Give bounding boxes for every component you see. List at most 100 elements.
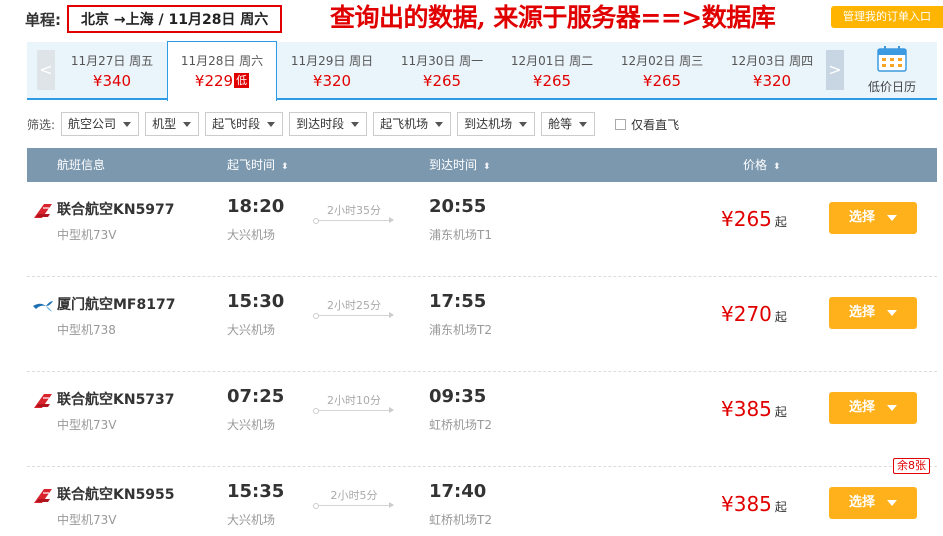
departure-time: 15:30 [227,291,285,312]
date-option[interactable]: 12月02日 周三 ¥265 [607,42,717,100]
date-label: 11月28日 周六 [180,54,264,68]
filter-dropdown[interactable]: 起飞机场 [373,112,452,136]
date-label: 11月29日 周日 [290,54,374,68]
header-depart-time[interactable]: 起飞时间 ⬍ [227,148,289,184]
caret-down-icon [887,405,897,411]
table-header: 航班信息 起飞时间 ⬍ 到达时间 ⬍ 价格 ⬍ [27,148,937,182]
caret-down-icon [887,500,897,506]
arrival-time: 20:55 [429,196,487,217]
route-box[interactable]: 北京 →上海 / 11月28日 周六 [67,5,283,33]
calendar-label: 低价日历 [867,80,916,94]
duration-arrow [313,407,394,414]
caret-down-icon [519,122,528,127]
date-option[interactable]: 12月03日 周四 ¥320 [717,42,827,100]
filter-dropdown[interactable]: 机型 [145,112,200,136]
sort-icon[interactable]: ⬍ [773,162,781,172]
flight-row: 联合航空KN5737 中型机73V 07:25 大兴机场 2小时10分 09:35 虹桥机场… [27,372,937,467]
xiamen-air-logo-icon [33,301,53,312]
flight-row: 联合航空KN5955 中型机73V 15:35 大兴机场 2小时5分 17:40 虹桥机场T… [27,458,937,536]
route-summary: 单程: 北京 →上海 / 11月28日 周六 [25,4,283,34]
arrival-airport: 虹桥机场T2 [429,513,492,527]
departure-time: 15:35 [227,481,285,502]
select-flight-button[interactable]: 选择 [829,297,917,329]
annotation-text: 查询出的数据, 来源于服务器==>数据库 [330,3,776,32]
airline-flight-number: 厦门航空MF8177 [57,297,176,313]
date-label: 11月27日 周五 [70,54,154,68]
aircraft-type: 中型机73V [57,418,117,432]
date-option[interactable]: 11月28日 周六 ¥229 低 [167,41,277,101]
date-price: ¥229 低 [194,72,250,90]
filter-dropdown[interactable]: 舱等 [541,112,596,136]
flight-duration: 2小时35分 [327,204,381,217]
direct-only-checkbox[interactable] [615,118,627,130]
departure-airport: 大兴机场 [227,228,276,242]
date-option[interactable]: 11月27日 周五 ¥340 [57,42,167,100]
duration-arrow [313,217,394,224]
caret-down-icon [351,122,360,127]
flight-row: 联合航空KN5977 中型机73V 18:20 大兴机场 2小时35分 20:55 浦东机场… [27,182,937,277]
route-label: 单程: [25,10,61,29]
next-dates-arrow[interactable]: > [826,50,844,90]
low-price-calendar[interactable]: 低价日历 [857,46,927,95]
price-suffix: 起 [774,310,787,324]
direct-only-label: 仅看直飞 [631,117,680,132]
flight-duration: 2小时25分 [327,299,381,312]
duration-arrow [313,312,394,319]
calendar-icon [877,46,907,72]
header-price[interactable]: 价格 ⬍ [743,148,781,184]
flight-price: ¥265 起 [721,207,787,231]
duration-arrow [313,502,394,509]
date-option[interactable]: 12月01日 周二 ¥265 [497,42,607,100]
flight-price: ¥385 起 [721,397,787,421]
arrival-airport: 虹桥机场T2 [429,418,492,432]
price-suffix: 起 [774,500,787,514]
caret-down-icon [435,122,444,127]
manage-order-button[interactable]: 管理我的订单入口 [831,6,943,28]
flight-row: 厦门航空MF8177 中型机738 15:30 大兴机场 2小时25分 17:55 浦东机场… [27,277,937,372]
caret-down-icon [579,122,588,127]
filter-dropdown[interactable]: 到达机场 [457,112,536,136]
airline-flight-number: 联合航空KN5977 [57,202,175,218]
select-flight-button[interactable]: 选择 [829,487,917,519]
filter-dropdown[interactable]: 起飞时段 [205,112,284,136]
aircraft-type: 中型机738 [57,323,116,337]
prev-dates-arrow[interactable]: < [37,50,55,90]
select-flight-button[interactable]: 选择 [829,392,917,424]
caret-down-icon [183,122,192,127]
date-price: ¥320 [752,72,792,90]
china-united-logo-icon [34,489,52,503]
date-label: 12月02日 周三 [620,54,704,68]
filter-label: 筛选: [27,117,56,132]
date-price: ¥265 [532,72,572,90]
price-suffix: 起 [774,405,787,419]
caret-down-icon [267,122,276,127]
date-price: ¥265 [422,72,462,90]
date-price: ¥265 [642,72,682,90]
aircraft-type: 中型机73V [57,513,117,527]
filter-dropdown[interactable]: 航空公司 [61,112,140,136]
aircraft-type: 中型机73V [57,228,117,242]
date-option[interactable]: 11月29日 周日 ¥320 [277,42,387,100]
arrival-time: 17:40 [429,481,487,502]
china-united-logo-icon [34,204,52,218]
date-option[interactable]: 11月30日 周一 ¥265 [387,42,497,100]
departure-airport: 大兴机场 [227,513,276,527]
flight-duration: 2小时5分 [330,489,378,502]
filter-dropdown[interactable]: 到达时段 [289,112,368,136]
date-label: 12月03日 周四 [730,54,814,68]
header-arrive-time[interactable]: 到达时间 ⬍ [429,148,491,184]
arrival-time: 09:35 [429,386,487,407]
date-label: 11月30日 周一 [400,54,484,68]
seats-remaining-badge: 余8张 [893,458,930,474]
sort-icon[interactable]: ⬍ [483,162,491,172]
date-label: 12月01日 周二 [510,54,594,68]
date-strip: < 11月27日 周五 ¥340 11月28日 周六 ¥229 低 11月29日 周日 ¥3… [27,41,937,101]
sort-icon[interactable]: ⬍ [281,162,289,172]
select-flight-button[interactable]: 选择 [829,202,917,234]
flight-duration: 2小时10分 [327,394,381,407]
airline-flight-number: 联合航空KN5955 [57,487,175,503]
direct-only-toggle[interactable]: 仅看直飞 [615,116,679,133]
departure-airport: 大兴机场 [227,418,276,432]
flight-price: ¥385 起 [721,492,787,516]
low-price-badge: 低 [234,73,250,88]
